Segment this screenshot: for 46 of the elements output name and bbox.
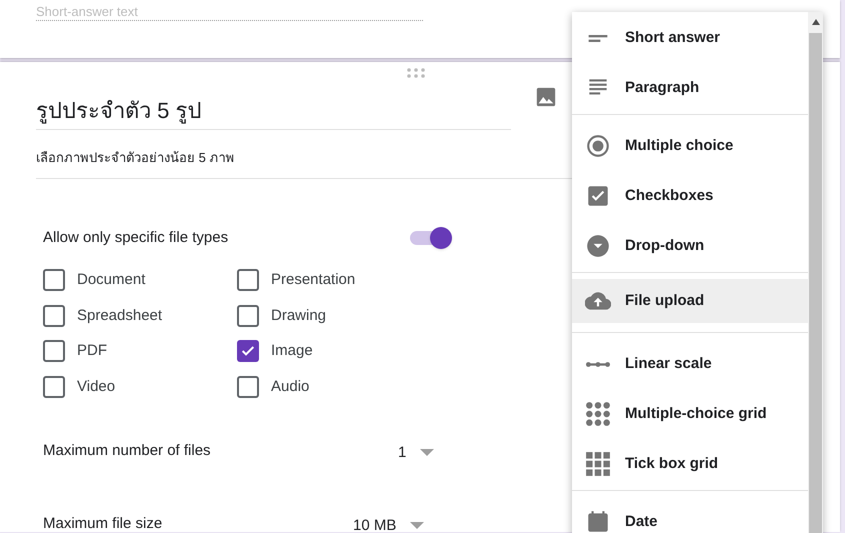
max-files-value: 1 [398, 443, 406, 463]
file-type-label: Drawing [271, 306, 326, 326]
file-type-label: Spreadsheet [77, 306, 162, 326]
checkbox[interactable] [237, 269, 259, 292]
checkbox[interactable] [237, 340, 259, 362]
menu-item[interactable]: Tick box grid [572, 439, 808, 489]
image-icon[interactable] [535, 86, 557, 108]
checkbox[interactable] [43, 340, 65, 362]
toggle-label: Allow only specific file types [43, 228, 230, 248]
drag-handle-icon[interactable] [407, 68, 425, 78]
question-title[interactable]: รูปประจำตัว 5 รูป [36, 94, 511, 130]
radio-icon [585, 133, 611, 159]
caret-icon [420, 449, 434, 458]
caret-icon [410, 522, 424, 530]
menu-item[interactable]: File upload [572, 279, 808, 323]
menu-item[interactable]: Drop-down [572, 221, 808, 271]
file-type-label: PDF [77, 341, 107, 361]
menu-item[interactable]: Linear scale [572, 339, 808, 389]
max-size-value: 10 MB [353, 516, 396, 533]
file-type-label: Presentation [271, 270, 356, 290]
checkbox[interactable] [43, 304, 65, 327]
linear-scale-icon [586, 362, 610, 366]
dot-grid-icon [585, 401, 611, 427]
menu-item[interactable]: Paragraph [572, 63, 808, 113]
file-type-label: Video [77, 376, 116, 396]
max-files-dropdown[interactable]: 1 [398, 438, 434, 464]
menu-item[interactable]: Date [572, 497, 808, 533]
checkbox[interactable] [43, 269, 65, 292]
scrollbar-thumb[interactable] [809, 33, 822, 533]
checkbox[interactable] [237, 304, 259, 327]
file-type-label: Audio [271, 376, 310, 396]
short-lines-icon [588, 34, 608, 42]
square-grid-icon [585, 451, 611, 477]
max-size-dropdown[interactable]: 10 MB [353, 510, 424, 533]
menu-item[interactable]: Short answer [572, 13, 808, 63]
scroll-up-icon[interactable] [812, 19, 820, 25]
file-type-label: Image [271, 341, 313, 361]
dropdown-icon [585, 233, 611, 259]
file-type-label: Document [77, 270, 146, 290]
max-size-label: Maximum file size [43, 514, 164, 533]
scrollbar[interactable] [808, 12, 823, 533]
checkbox[interactable] [43, 376, 65, 398]
toggle-switch[interactable] [410, 226, 452, 249]
max-files-label: Maximum number of files [43, 441, 212, 461]
checkbox[interactable] [237, 376, 259, 398]
menu-item[interactable]: Multiple-choice grid [572, 389, 808, 439]
